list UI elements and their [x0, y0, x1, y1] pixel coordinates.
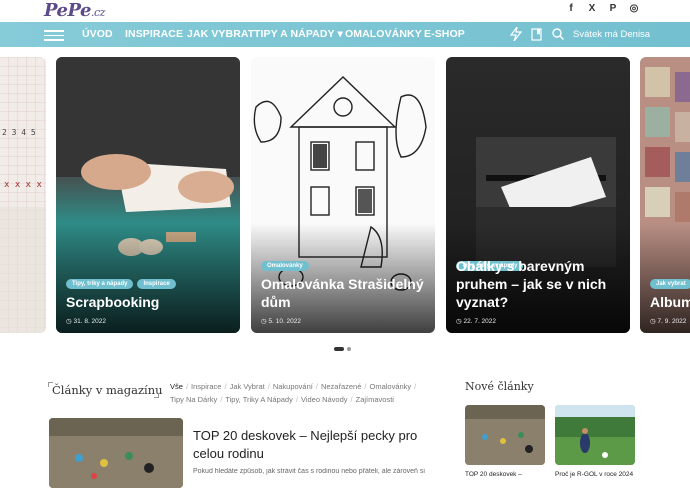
slider-card[interactable]: Omalovánky Omalovánka Strašidelný dům ◷ …: [251, 57, 435, 333]
filter-nakupovani[interactable]: Nakupování: [273, 382, 313, 391]
nav-item-label: TIPY A NÁPADY: [254, 28, 335, 40]
filter-jak-vybrat[interactable]: Jak Vybrat: [230, 382, 265, 391]
lightning-icon[interactable]: [510, 27, 522, 41]
clock-icon: ◷: [650, 318, 656, 325]
card-date-text: 31. 8. 2022: [73, 318, 107, 325]
section-title: Články v magazínu: [52, 383, 163, 397]
slider-pagination: [334, 347, 351, 351]
card-title[interactable]: Obálky s barevným pruhem – jak se v nich…: [456, 257, 620, 311]
instagram-icon[interactable]: ◎: [628, 3, 640, 14]
sidebar-article-image[interactable]: [465, 405, 545, 465]
card-tags: Omalovánky: [261, 261, 309, 271]
card-tags: Jak vybrat: [650, 279, 690, 289]
sidebar-title: Nové články: [465, 380, 534, 393]
sidebar-article-title[interactable]: TOP 20 deskovek –: [465, 471, 522, 478]
article-excerpt: Pokud hledáte způsob, jak strávit čas s …: [193, 468, 425, 475]
sidebar-article-title[interactable]: Proč je R-GOL v roce 2024: [555, 471, 633, 478]
chevron-down-icon: ▾: [337, 28, 343, 40]
clock-icon: ◷: [261, 318, 267, 325]
filter-tipy-na-darky[interactable]: Tipy Na Dárky: [170, 395, 217, 404]
title-bracket-decoration: [154, 393, 159, 398]
filter-video-navody[interactable]: Video Návody: [301, 395, 348, 404]
facebook-icon[interactable]: f: [565, 3, 577, 14]
nav-item-inspirace[interactable]: INSPIRACE: [125, 28, 183, 40]
slider-card[interactable]: Jak vybrat Album ◷ 7. 9. 2022: [640, 57, 690, 333]
filter-omalovanky[interactable]: Omalovánky: [369, 382, 411, 391]
category-tag[interactable]: Omalovánky: [261, 261, 309, 271]
name-day-text: Svátek má Denisa: [573, 29, 651, 40]
card-title[interactable]: Scrapbooking: [66, 293, 230, 311]
pinterest-icon[interactable]: P: [607, 3, 619, 14]
card-title[interactable]: Omalovánka Strašidelný dům: [261, 275, 425, 311]
site-logo[interactable]: PePe.cz: [44, 0, 105, 21]
article-image[interactable]: [49, 418, 183, 488]
bookmark-book-icon[interactable]: [531, 28, 542, 41]
filter-zajimavosti[interactable]: Zajímavosti: [356, 395, 394, 404]
nav-item-e-shop[interactable]: E-SHOP: [424, 28, 465, 40]
logo-suffix: .cz: [91, 6, 105, 19]
nav-item-tipy-a-napady[interactable]: TIPY A NÁPADY ▾: [254, 28, 343, 40]
svg-text:2 3 4 5: 2 3 4 5: [2, 128, 36, 137]
sidebar-article-image[interactable]: [555, 405, 635, 465]
slider-dot[interactable]: [347, 347, 351, 351]
hamburger-menu-icon[interactable]: [44, 30, 64, 41]
x-icon[interactable]: X: [586, 3, 598, 14]
clock-icon: ◷: [66, 318, 72, 325]
nav-item-uvod[interactable]: ÚVOD: [82, 28, 113, 40]
slider-card[interactable]: Tipy, triky a nápady Obálky s barevným p…: [446, 57, 630, 333]
filter-nezarazene[interactable]: Nezařazené: [321, 382, 361, 391]
slider-dot-active[interactable]: [334, 347, 344, 351]
card-title[interactable]: Album: [650, 293, 690, 311]
main-nav: ÚVOD INSPIRACE JAK VYBRAT TIPY A NÁPADY …: [0, 22, 690, 47]
category-tag[interactable]: Jak vybrat: [650, 279, 690, 289]
card-image: 2 3 4 5 x x x x: [0, 57, 46, 333]
top-bar: PePe.cz f X P ◎: [0, 0, 690, 22]
card-date: ◷ 22. 7. 2022: [456, 317, 496, 325]
card-date-text: 7. 9. 2022: [657, 318, 687, 325]
logo-main: PePe: [44, 0, 92, 21]
social-links: f X P ◎: [565, 3, 640, 14]
filter-all[interactable]: Vše: [170, 382, 183, 391]
card-date: ◷ 31. 8. 2022: [66, 317, 106, 325]
nav-item-jak-vybrat[interactable]: JAK VYBRAT: [187, 28, 254, 40]
slider-card[interactable]: Tipy, triky a nápady Inspirace Scrapbook…: [56, 57, 240, 333]
featured-slider: 2 3 4 5 x x x x Tipy, triky a nápady Ins…: [0, 57, 690, 333]
card-date: ◷ 5. 10. 2022: [261, 317, 301, 325]
card-tags: Tipy, triky a nápady Inspirace: [66, 279, 176, 289]
article-title[interactable]: TOP 20 deskovek – Nejlepší pecky pro cel…: [193, 427, 433, 463]
svg-text:x x x x: x x x x: [4, 180, 43, 190]
card-date-text: 5. 10. 2022: [268, 318, 302, 325]
filter-tipy-triky[interactable]: Tipy, Triky A Nápady: [225, 395, 293, 404]
clock-icon: ◷: [456, 318, 462, 325]
search-icon[interactable]: [552, 28, 564, 40]
category-tag[interactable]: Tipy, triky a nápady: [66, 279, 134, 289]
filter-inspirace[interactable]: Inspirace: [191, 382, 221, 391]
card-date-text: 22. 7. 2022: [463, 318, 497, 325]
category-filters: Vše / Inspirace / Jak Vybrat / Nakupování / Neza…: [170, 382, 417, 404]
category-tag[interactable]: Inspirace: [137, 279, 176, 289]
card-date: ◷ 7. 9. 2022: [650, 317, 686, 325]
nav-item-omalovanky[interactable]: OMALOVÁNKY: [345, 28, 422, 40]
slider-card[interactable]: 2 3 4 5 x x x x: [0, 57, 46, 333]
